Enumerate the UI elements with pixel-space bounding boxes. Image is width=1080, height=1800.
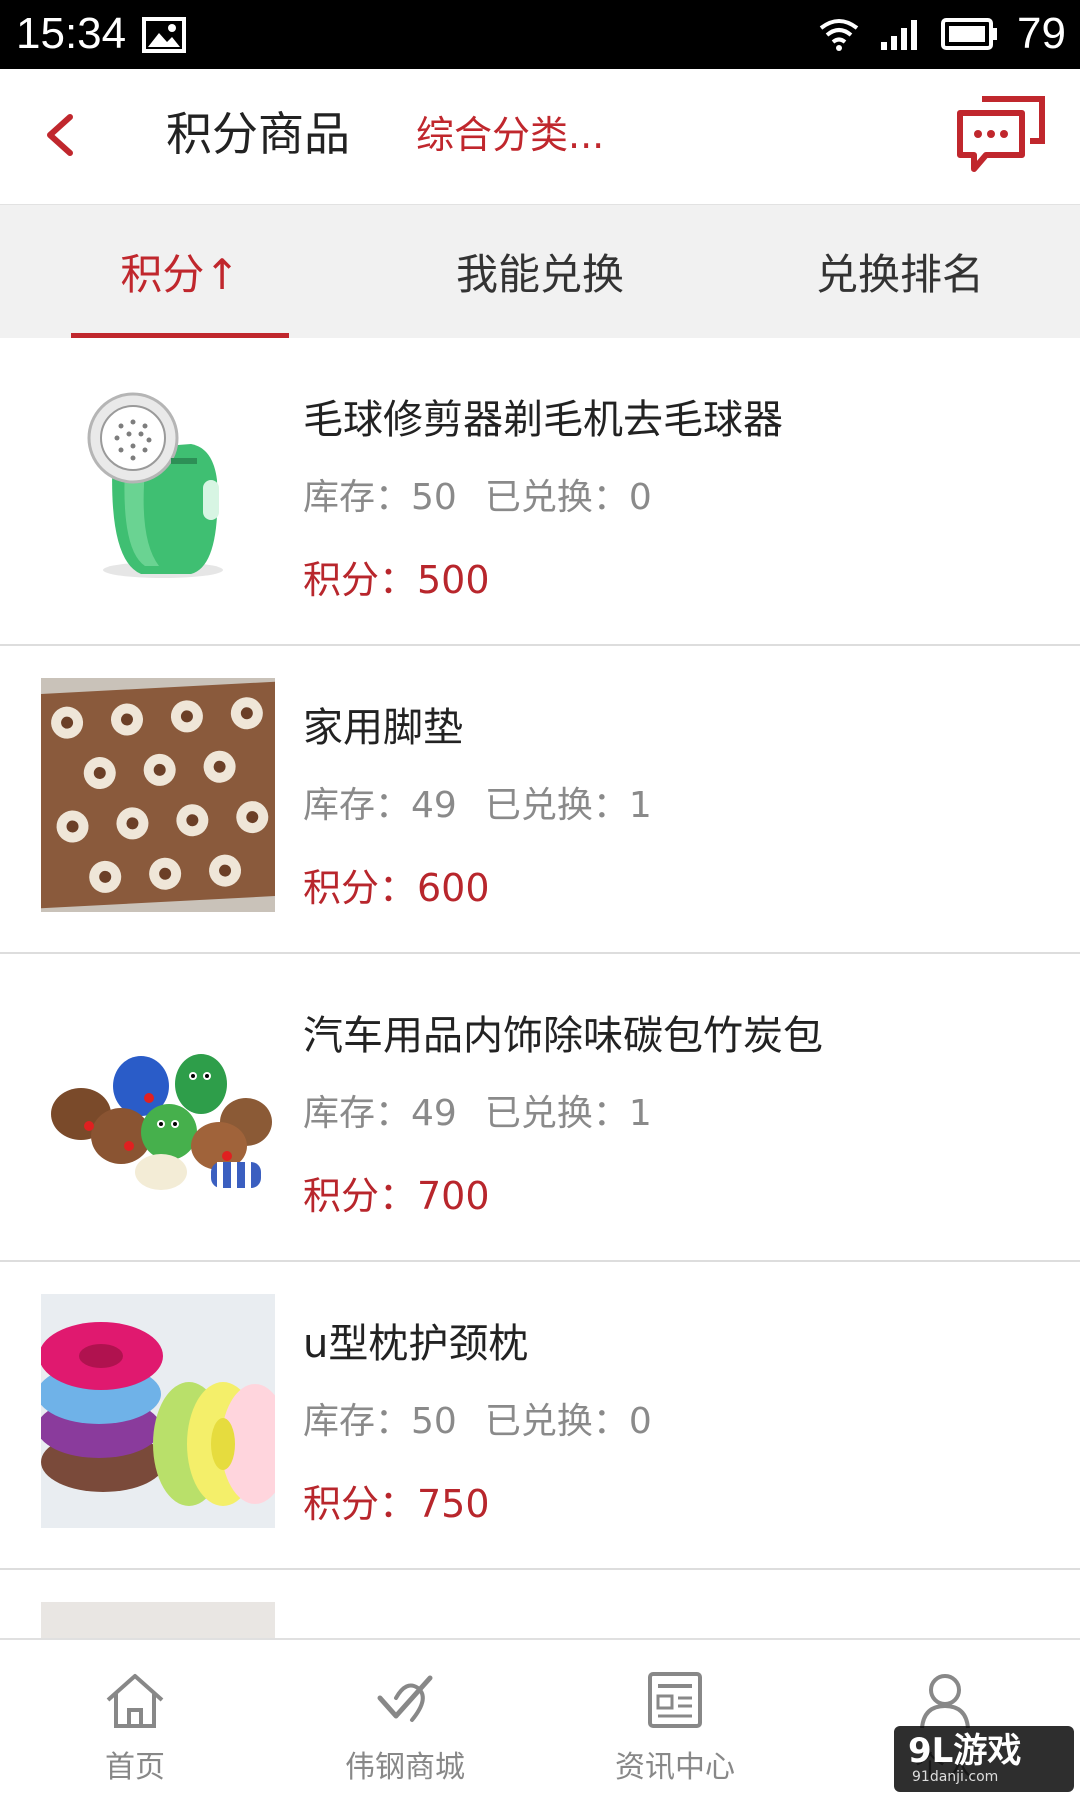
watermark-url: 91danji.com	[912, 1769, 999, 1785]
product-item[interactable]: 家用脚垫 库存：49 已兑换：1 积分：600	[0, 646, 1080, 954]
product-stats: 库存：50 已兑换：0	[303, 472, 680, 524]
message-icon[interactable]	[956, 91, 1046, 175]
product-item[interactable]: 毛球修剪器剃毛机去毛球器 库存：50 已兑换：0 积分：500	[0, 338, 1080, 646]
battery-icon	[941, 18, 998, 50]
tab-can-exchange[interactable]: 我能兑换	[360, 205, 720, 338]
nav-label: 资讯中心	[615, 1750, 735, 1785]
status-icons: 79	[817, 8, 1066, 60]
tab-points-sort[interactable]: 积分↑	[0, 205, 360, 338]
mall-icon	[377, 1675, 433, 1722]
product-name: 毛球修剪器剃毛机去毛球器	[303, 397, 783, 443]
nav-news[interactable]: 资讯中心	[540, 1640, 810, 1800]
product-item[interactable]: 汽车用品内饰除味碳包竹炭包 库存：49 已兑换：1 积分：700	[0, 954, 1080, 1262]
product-image-plush-charcoal-bags	[41, 986, 275, 1220]
product-stock: 库存：49	[303, 785, 457, 826]
product-points: 积分：600	[303, 866, 490, 910]
watermark-logo: 9L游戏	[908, 1731, 1022, 1771]
product-name: 汽车用品内饰除味碳包竹炭包	[303, 1013, 823, 1059]
category-filter-link[interactable]: 综合分类...	[416, 107, 604, 163]
product-stock: 库存：50	[303, 1401, 457, 1442]
product-stats: 库存：49 已兑换：1	[303, 1088, 680, 1140]
image-icon	[142, 17, 186, 53]
product-points: 积分：700	[303, 1174, 490, 1218]
product-image-partial	[41, 1602, 275, 1638]
product-stats: 库存：49 已兑换：1	[303, 780, 680, 832]
product-image-lint-remover	[41, 370, 275, 604]
nav-mall[interactable]: 伟钢商城	[270, 1640, 540, 1800]
tab-exchange-ranking[interactable]: 兑换排名	[720, 205, 1080, 338]
watermark: 9L游戏 91danji.com	[894, 1726, 1074, 1792]
nav-label: 伟钢商城	[345, 1750, 465, 1785]
product-stock: 库存：50	[303, 477, 457, 518]
signal-icon	[881, 20, 918, 50]
tab-label: 积分↑	[120, 250, 240, 299]
header: 积分商品 综合分类...	[0, 69, 1080, 205]
page-title: 积分商品	[166, 107, 350, 161]
home-icon	[106, 1674, 164, 1728]
sort-tabs: 积分↑ 我能兑换 兑换排名	[0, 205, 1080, 338]
product-image-floor-mat	[41, 678, 275, 912]
product-stats: 库存：50 已兑换：0	[303, 1396, 680, 1448]
user-icon	[920, 1674, 970, 1729]
news-icon	[648, 1672, 702, 1728]
back-icon[interactable]	[36, 103, 84, 167]
product-item[interactable]: u型枕护颈枕 库存：50 已兑换：0 积分：750	[0, 1262, 1080, 1570]
battery-level: 79	[1017, 9, 1066, 58]
status-time: 15:34	[16, 9, 127, 58]
tab-label: 兑换排名	[815, 250, 984, 299]
product-points: 积分：750	[303, 1482, 490, 1526]
product-name: u型枕护颈枕	[303, 1321, 529, 1367]
product-exchanged: 已兑换：0	[484, 477, 652, 518]
product-exchanged: 已兑换：0	[484, 1401, 652, 1442]
product-name: 家用脚垫	[303, 705, 463, 751]
tab-label: 我能兑换	[455, 250, 624, 299]
product-exchanged: 已兑换：1	[484, 785, 652, 826]
product-item-partial[interactable]	[0, 1570, 1080, 1638]
product-exchanged: 已兑换：1	[484, 1093, 652, 1134]
product-points: 积分：500	[303, 558, 490, 602]
status-bar: 15:34 79	[0, 0, 1080, 69]
product-stock: 库存：49	[303, 1093, 457, 1134]
product-list: 毛球修剪器剃毛机去毛球器 库存：50 已兑换：0 积分：500 家用脚垫 库存：…	[0, 338, 1080, 1638]
wifi-icon	[819, 19, 859, 51]
product-image-u-pillows	[41, 1294, 275, 1528]
nav-home[interactable]: 首页	[0, 1640, 270, 1800]
nav-label: 首页	[105, 1750, 165, 1785]
